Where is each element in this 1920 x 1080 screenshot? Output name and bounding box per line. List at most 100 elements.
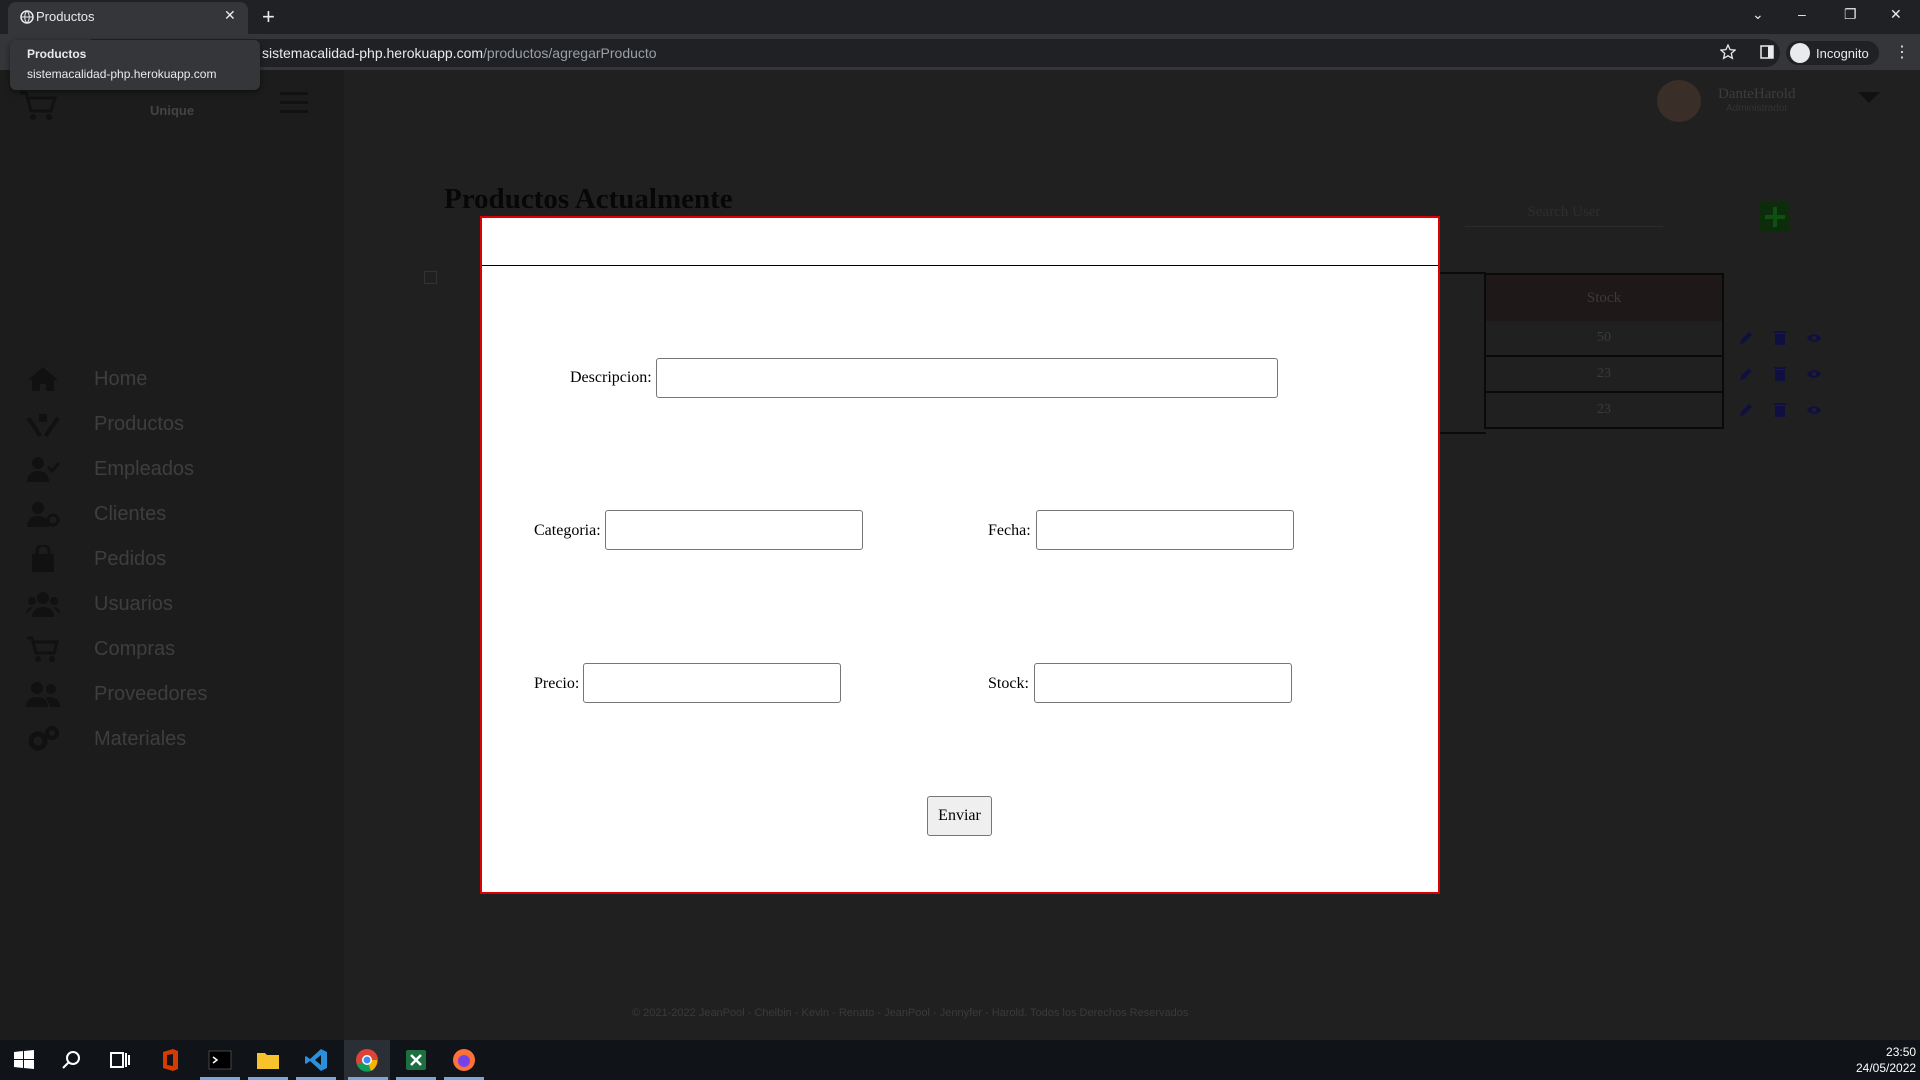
stock-label: Stock: bbox=[988, 675, 1029, 692]
search-icon[interactable] bbox=[60, 1048, 84, 1072]
avatar[interactable] bbox=[1657, 80, 1701, 122]
user-cog-icon bbox=[27, 502, 60, 527]
new-tab-button[interactable]: + bbox=[262, 4, 275, 30]
user-name: DanteHarold bbox=[1718, 86, 1796, 102]
cogs-icon bbox=[28, 726, 59, 751]
sidebar-item-materiales[interactable]: Materiales bbox=[26, 724, 186, 754]
table-cell-stock: 50 bbox=[1484, 321, 1724, 357]
stock-input[interactable] bbox=[1034, 663, 1292, 703]
sidebar-item-label: Compras bbox=[94, 637, 176, 660]
footer-text: © 2021-2022 JeanPool - Chelbin - Kevin -… bbox=[632, 1007, 1189, 1019]
minimize-button[interactable]: – bbox=[1798, 6, 1806, 22]
sidebar-item-label: Empleados bbox=[94, 457, 195, 480]
vscode-icon[interactable] bbox=[304, 1048, 328, 1072]
cart-icon bbox=[27, 636, 59, 662]
eye-icon[interactable] bbox=[1806, 402, 1822, 418]
row-actions bbox=[1738, 366, 1822, 382]
terminal-icon[interactable] bbox=[208, 1048, 232, 1072]
users-icon bbox=[26, 592, 60, 617]
descripcion-label: Descripcion: bbox=[570, 369, 652, 386]
sidebar-item-pedidos[interactable]: Pedidos bbox=[26, 544, 166, 574]
taskbar bbox=[0, 1040, 1920, 1080]
sidebar-item-clientes[interactable]: Clientes bbox=[26, 499, 166, 529]
trash-icon[interactable] bbox=[1772, 366, 1788, 382]
sidebar-item-label: Materiales bbox=[94, 727, 187, 750]
windows-start-icon[interactable] bbox=[12, 1048, 36, 1072]
menu-kebab-icon[interactable]: ⋮ bbox=[1894, 42, 1910, 62]
add-product-button[interactable] bbox=[1760, 202, 1790, 232]
user-check-icon bbox=[27, 457, 60, 482]
globe-icon bbox=[20, 10, 34, 24]
sidebar-item-proveedores[interactable]: Proveedores bbox=[26, 679, 207, 709]
close-window-button[interactable]: ✕ bbox=[1890, 6, 1902, 23]
precio-input[interactable] bbox=[583, 663, 841, 703]
select-all-checkbox[interactable] bbox=[424, 271, 437, 284]
brand-subtitle: Unique bbox=[150, 103, 195, 118]
sidebar-item-label: Clientes bbox=[94, 502, 167, 525]
side-panel-icon[interactable] bbox=[1760, 45, 1774, 59]
tab-title: Productos bbox=[36, 9, 95, 24]
bookmark-star-icon[interactable] bbox=[1720, 44, 1736, 60]
tab-search-icon[interactable]: ⌄ bbox=[1752, 6, 1764, 23]
tab-close-icon[interactable]: ✕ bbox=[224, 7, 236, 24]
tooltip-url: sistemacalidad-php.herokuapp.com bbox=[27, 67, 217, 81]
fecha-input[interactable] bbox=[1036, 510, 1294, 550]
taskbar-clock[interactable]: 23:50 24/05/2022 bbox=[1856, 1044, 1916, 1076]
trash-icon[interactable] bbox=[1772, 330, 1788, 346]
restore-button[interactable]: ❐ bbox=[1844, 6, 1857, 23]
sidebar-item-label: Usuarios bbox=[94, 592, 173, 615]
sidebar-item-compras[interactable]: Compras bbox=[26, 634, 175, 664]
precio-label: Precio: bbox=[534, 675, 580, 692]
row-actions bbox=[1738, 402, 1822, 418]
fecha-label: Fecha: bbox=[988, 522, 1031, 539]
page-title: Productos Actualmente bbox=[444, 183, 733, 215]
office-icon[interactable] bbox=[158, 1048, 182, 1072]
incognito-badge[interactable]: Incognito bbox=[1786, 41, 1879, 65]
url-text: sistemacalidad-php.herokuapp.com/product… bbox=[262, 45, 657, 61]
search-input[interactable]: Search User bbox=[1465, 204, 1663, 227]
excel-icon[interactable] bbox=[404, 1048, 428, 1072]
edit-icon[interactable] bbox=[1738, 330, 1754, 346]
categoria-input[interactable] bbox=[605, 510, 863, 550]
hamburger-menu-icon[interactable] bbox=[280, 92, 308, 114]
sidebar-item-productos[interactable]: Productos bbox=[26, 409, 184, 439]
cart-logo-icon bbox=[20, 91, 58, 120]
sidebar-item-label: Home bbox=[94, 367, 148, 390]
trash-icon[interactable] bbox=[1772, 402, 1788, 418]
user-dropdown-caret-icon[interactable] bbox=[1858, 92, 1880, 103]
sidebar-item-empleados[interactable]: Empleados bbox=[26, 454, 194, 484]
enviar-button[interactable]: Enviar bbox=[927, 796, 992, 836]
file-explorer-icon[interactable] bbox=[256, 1048, 280, 1072]
descripcion-input[interactable] bbox=[656, 358, 1278, 398]
shopping-bag-icon bbox=[32, 545, 54, 572]
table-row-divider bbox=[1440, 272, 1486, 434]
edit-icon[interactable] bbox=[1738, 402, 1754, 418]
url-host: sistemacalidad-php.herokuapp.com bbox=[262, 45, 484, 61]
stock-column-header: Stock bbox=[1484, 273, 1724, 321]
user-friends-icon bbox=[26, 682, 60, 707]
clock-time: 23:50 bbox=[1886, 1045, 1917, 1059]
tooltip-title: Productos bbox=[27, 47, 87, 61]
incognito-icon bbox=[1790, 43, 1810, 63]
url-path: /productos/agregarProducto bbox=[483, 45, 657, 61]
row-actions bbox=[1738, 330, 1822, 346]
eye-icon[interactable] bbox=[1806, 366, 1822, 382]
categoria-label: Categoria: bbox=[534, 522, 601, 539]
incognito-label: Incognito bbox=[1816, 45, 1869, 61]
hands-box-icon bbox=[26, 414, 60, 437]
eye-icon[interactable] bbox=[1806, 330, 1822, 346]
sidebar-item-label: Proveedores bbox=[94, 682, 208, 705]
task-view-icon[interactable] bbox=[108, 1048, 132, 1072]
chrome-icon[interactable] bbox=[355, 1048, 379, 1072]
firefox-icon[interactable] bbox=[452, 1048, 476, 1072]
sidebar-item-label: Pedidos bbox=[94, 547, 167, 570]
edit-icon[interactable] bbox=[1738, 366, 1754, 382]
clock-date: 24/05/2022 bbox=[1856, 1061, 1917, 1075]
sidebar-item-usuarios[interactable]: Usuarios bbox=[26, 589, 173, 619]
home-icon bbox=[28, 367, 58, 391]
user-role: Administrador bbox=[1726, 103, 1788, 114]
add-product-modal bbox=[480, 216, 1440, 894]
sidebar-item-home[interactable]: Home bbox=[26, 364, 147, 394]
tab-strip bbox=[0, 0, 1920, 34]
table-cell-stock: 23 bbox=[1484, 393, 1724, 429]
